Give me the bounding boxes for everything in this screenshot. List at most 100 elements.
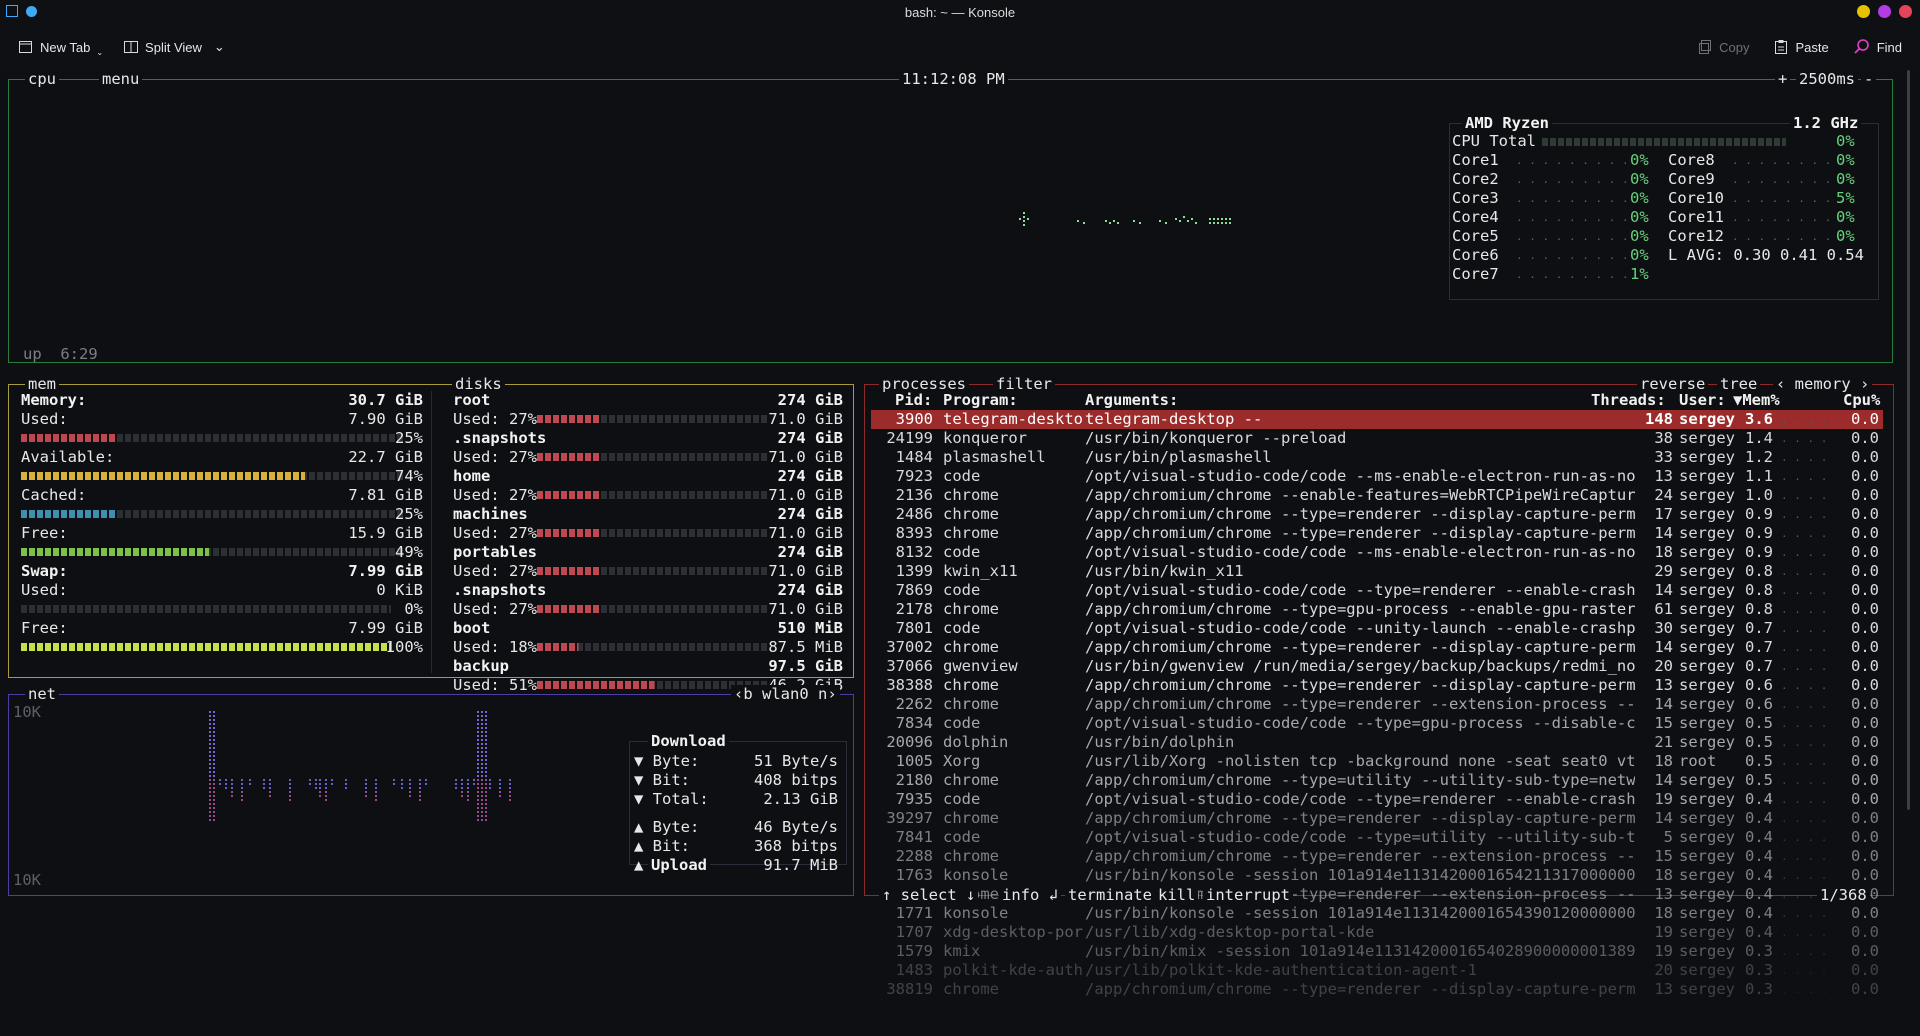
disk-name: root — [453, 391, 491, 409]
header-pid[interactable]: Pid: — [895, 391, 932, 410]
process-pid: 1579 — [895, 942, 933, 960]
process-program: xdg-desktop-por — [943, 923, 1083, 941]
process-row[interactable]: 38388 chrome/app/chromium/chrome --type=r… — [871, 676, 1883, 695]
process-row[interactable]: 8132 code/opt/visual-studio-code/code --m… — [871, 543, 1883, 562]
process-row[interactable]: 1484 plasmashell/usr/bin/plasmashell 33 ser… — [871, 448, 1883, 467]
load-average: L AVG: 0.30 0.41 0.54 — [1668, 246, 1864, 264]
copy-button[interactable]: Copy — [1687, 32, 1759, 62]
terminal-scrollbar[interactable] — [1906, 70, 1912, 1036]
terminate-button[interactable]: terminate — [1065, 886, 1155, 905]
process-row[interactable]: 2262 chrome/app/chromium/chrome --type=re… — [871, 695, 1883, 714]
process-row[interactable]: 37066 gwenview/usr/bin/gwenview /run/medi… — [871, 657, 1883, 676]
header-cpu[interactable]: Cpu% — [1843, 391, 1880, 410]
process-row[interactable]: 8393 chrome/app/chromium/chrome --type=re… — [871, 524, 1883, 543]
header-threads[interactable]: Threads: — [1591, 391, 1666, 410]
mem-item-label: Available: — [21, 448, 115, 466]
process-row[interactable]: 7869 code/opt/visual-studio-code/code --t… — [871, 581, 1883, 600]
scrollbar-thumb[interactable] — [1907, 70, 1910, 810]
process-row[interactable]: 1771 konsole/usr/bin/konsole -session 101… — [871, 904, 1883, 923]
process-threads: 21 — [1654, 733, 1673, 751]
process-row[interactable]: 1005 Xorg/usr/lib/Xorg -nolisten tcp -bac… — [871, 752, 1883, 771]
split-view-label: Split View — [145, 39, 202, 55]
process-args: /opt/visual-studio-code/code --type=rend… — [1085, 581, 1635, 599]
header-arguments[interactable]: Arguments: — [1085, 391, 1178, 410]
process-row[interactable]: 2178 chrome/app/chromium/chrome --type=gp… — [871, 600, 1883, 619]
minimize-button[interactable] — [1857, 5, 1870, 18]
process-cpu: 0.0 — [1851, 771, 1879, 789]
process-program: code — [943, 714, 981, 732]
core-graph: . . . . . . . . . — [1516, 173, 1629, 186]
mem-item-value: 15.9 GiB — [348, 524, 423, 542]
process-threads: 33 — [1654, 448, 1673, 466]
process-args: /usr/bin/konsole -session 101a914e113142… — [1085, 904, 1635, 922]
process-cpu: 0.0 — [1851, 638, 1879, 656]
process-row[interactable]: 39297 chrome/app/chromium/chrome --type=r… — [871, 809, 1883, 828]
process-row[interactable]: 20096 dolphin/usr/bin/dolphin 21 sergey 0.5 0… — [871, 733, 1883, 752]
header-mem[interactable]: ▼Mem% — [1733, 391, 1780, 410]
process-row[interactable]: 1707 xdg-desktop-por/usr/lib/xdg-desktop-… — [871, 923, 1883, 942]
paste-button[interactable]: Paste — [1763, 32, 1838, 62]
process-row[interactable]: 2180 chrome/app/chromium/chrome --type=ut… — [871, 771, 1883, 790]
mem-item-percent: 49% — [395, 543, 423, 561]
process-row[interactable]: 2136 chrome/app/chromium/chrome --enable-… — [871, 486, 1883, 505]
find-button[interactable]: Find — [1843, 32, 1912, 62]
process-row[interactable]: 37002 chrome/app/chromium/chrome --type=r… — [871, 638, 1883, 657]
cpu-interval-minus[interactable]: - — [1861, 70, 1877, 89]
process-cpu: 0.0 — [1851, 600, 1879, 618]
process-row[interactable]: 1399 kwin_x11/usr/bin/kwin_x11 29 sergey 0.8… — [871, 562, 1883, 581]
maximize-button[interactable] — [1878, 5, 1891, 18]
new-tab-button[interactable]: New Tab ⌄ — [8, 32, 113, 62]
process-threads: 15 — [1654, 847, 1673, 865]
process-row[interactable]: 7801 code/opt/visual-studio-code/code --u… — [871, 619, 1883, 638]
memory-total: 30.7 GiB — [348, 391, 423, 409]
process-row[interactable]: 38819 chrome/app/chromium/chrome --type=r… — [871, 980, 1883, 999]
cpu-frequency: 1.2 GHz — [1790, 114, 1862, 133]
mem-item-meter — [21, 510, 405, 518]
upload-stat-value: 46 Byte/s — [754, 818, 838, 836]
process-cpu-graph: . . . . — [1781, 508, 1828, 521]
process-row[interactable]: 7841 code/opt/visual-studio-code/code --t… — [871, 828, 1883, 847]
interface-selector[interactable]: ‹b wlan0 n› — [731, 685, 840, 704]
core-name: Core6 — [1452, 246, 1499, 264]
process-args: /app/chromium/chrome --type=renderer --d… — [1085, 505, 1635, 523]
process-row[interactable]: 1579 kmix/usr/bin/kmix -session 101a914e1… — [871, 942, 1883, 961]
core-value: 5% — [1836, 189, 1855, 207]
cpu-label[interactable]: cpu — [25, 70, 59, 89]
kill-button[interactable]: kill — [1155, 886, 1199, 905]
header-program[interactable]: Program: — [943, 391, 1018, 410]
core-name: Core7 — [1452, 265, 1499, 283]
process-row[interactable]: 7923 code/opt/visual-studio-code/code --m… — [871, 467, 1883, 486]
info-button[interactable]: info ↲ — [999, 886, 1061, 905]
cpu-interval-plus[interactable]: + — [1775, 70, 1791, 89]
split-view-button[interactable]: Split View ⌄ — [113, 32, 235, 62]
process-user: sergey — [1679, 885, 1735, 903]
cpu-menu-button[interactable]: menu — [99, 70, 143, 89]
net-label[interactable]: net — [25, 685, 59, 704]
process-args: /usr/lib/Xorg -nolisten tcp -background … — [1085, 752, 1635, 770]
process-row[interactable]: 7935 code/opt/visual-studio-code/code --t… — [871, 790, 1883, 809]
swap-item-meter — [21, 643, 391, 651]
process-row[interactable]: 3900 telegram-deskto telegram-desktop -- 14… — [871, 410, 1883, 429]
process-row[interactable]: 1763 konsole/usr/bin/konsole -session 101… — [871, 866, 1883, 885]
swap-item-percent: 0% — [404, 600, 423, 618]
pin-icon[interactable] — [26, 5, 37, 17]
mem-item-label: Cached: — [21, 486, 87, 504]
mem-disks-panel: mem disks Memory: 30.7 GiB Used: 7.90 GiB 25… — [8, 375, 854, 694]
select-control[interactable]: ↑ select ↓ — [879, 886, 979, 905]
process-row[interactable]: 24199 konqueror/usr/bin/konqueror --prelo… — [871, 429, 1883, 448]
disk-used-value: 71.0 GiB — [768, 486, 843, 504]
terminal-area[interactable]: cpu menu 11:12:08 PM + 2500ms - up 6:29 … — [0, 70, 1920, 1036]
core-value: 1% — [1630, 265, 1649, 283]
process-row[interactable]: 7834 code/opt/visual-studio-code/code --t… — [871, 714, 1883, 733]
interrupt-button[interactable]: interrupt — [1203, 886, 1293, 905]
swap-item-value: 7.99 GiB — [348, 619, 423, 637]
close-button[interactable] — [1899, 5, 1912, 18]
header-user[interactable]: User: — [1679, 391, 1726, 410]
process-cpu-graph: . . . . — [1781, 489, 1828, 502]
konsole-app-icon — [6, 5, 18, 17]
process-row[interactable]: 2486 chrome/app/chromium/chrome --type=re… — [871, 505, 1883, 524]
process-row[interactable]: 2288 chrome/app/chromium/chrome --type=re… — [871, 847, 1883, 866]
process-row[interactable]: 1483 polkit-kde-auth/usr/lib/polkit-kde-a… — [871, 961, 1883, 980]
cpu-info-box: AMD Ryzen 1.2 GHz CPU Total 0% Core1 . . … — [1449, 114, 1879, 300]
disk-used-value: 71.0 GiB — [768, 524, 843, 542]
